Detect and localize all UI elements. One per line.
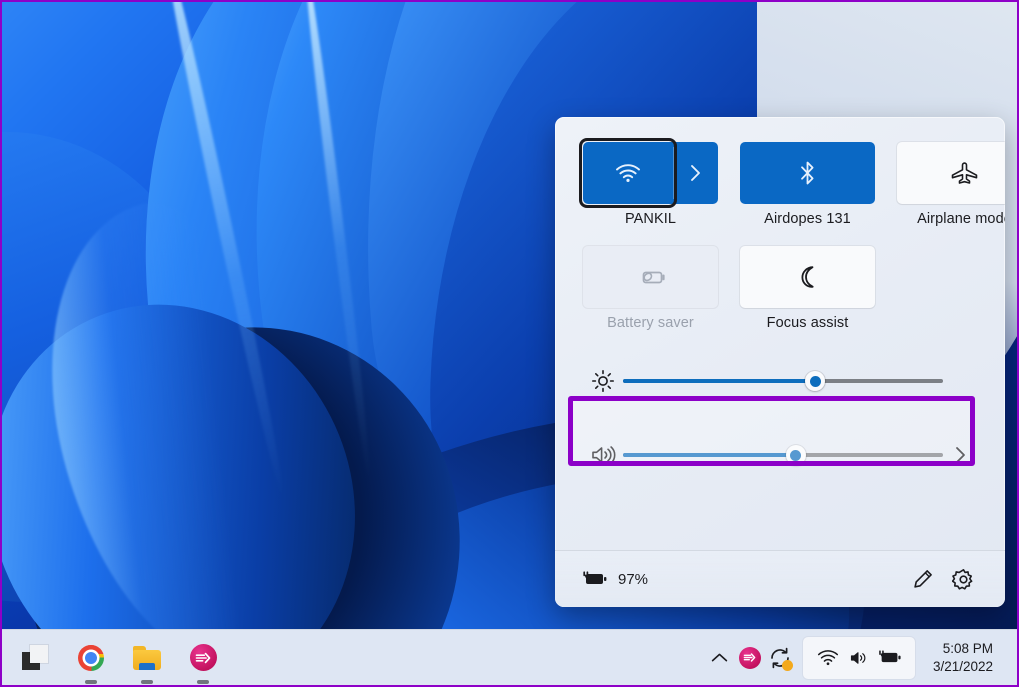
airplane-mode-toggle-button[interactable]	[897, 142, 1005, 204]
quick-tile-focus-assist: Focus assist	[740, 246, 875, 331]
volume-icon	[848, 649, 870, 667]
widgets-icon	[22, 645, 48, 671]
tray-battery-icon-wrap	[877, 645, 903, 671]
focus-assist-tile-label: Focus assist	[767, 315, 849, 331]
taskbar: 5:08 PM 3/21/2022	[2, 629, 1017, 685]
quick-tile-row-2: Battery saver Focus assist	[583, 246, 977, 331]
chevron-right-icon	[689, 163, 702, 183]
volume-thumb[interactable]	[786, 445, 806, 465]
battery-charging-icon	[581, 570, 609, 588]
brightness-track-fill	[623, 379, 815, 383]
quick-tile-airplane: Airplane mode	[897, 142, 1005, 227]
wifi-expand-button[interactable]	[673, 142, 718, 204]
wifi-tile-label: PANKIL	[625, 211, 676, 227]
bluetooth-toggle-button[interactable]	[740, 142, 875, 204]
pencil-icon	[912, 568, 934, 590]
airplane-icon	[951, 161, 979, 185]
focus-assist-toggle-button[interactable]	[740, 246, 875, 308]
volume-icon-wrap	[583, 443, 623, 467]
bluetooth-tile-label: Airdopes 131	[764, 211, 851, 227]
gear-icon	[952, 568, 975, 591]
brightness-track-wrap[interactable]	[623, 359, 943, 403]
desktop-screen: PANKIL Airdopes 131	[0, 0, 1019, 687]
battery-charging-icon	[877, 649, 903, 666]
tray-item-pink-app[interactable]	[735, 641, 765, 675]
moon-icon	[796, 264, 820, 290]
wifi-icon	[615, 163, 641, 183]
taskbar-item-pink-app[interactable]	[188, 643, 218, 673]
open-settings-button[interactable]	[943, 562, 983, 596]
airplane-tile-label: Airplane mode	[917, 211, 1005, 227]
quick-tile-bluetooth: Airdopes 131	[740, 142, 875, 227]
quick-tile-row-1: PANKIL Airdopes 131	[583, 142, 977, 227]
pink-app-tray-icon	[739, 647, 761, 669]
update-pending-icon	[768, 646, 792, 670]
tray-overflow-button[interactable]	[705, 641, 735, 675]
tray-wifi-icon-wrap	[815, 645, 841, 671]
volume-track-wrap[interactable]	[623, 433, 943, 477]
chevron-right-icon	[954, 445, 967, 465]
battery-percent-label: 97%	[618, 571, 648, 588]
brightness-track[interactable]	[623, 379, 943, 383]
running-indicator	[197, 680, 209, 684]
tray-item-update[interactable]	[765, 641, 795, 675]
taskbar-item-file-explorer[interactable]	[132, 643, 162, 673]
quick-tile-wifi: PANKIL	[583, 142, 718, 227]
bluetooth-icon	[798, 160, 817, 186]
volume-slider-row[interactable]	[583, 433, 977, 477]
battery-leaf-icon	[636, 267, 666, 287]
pink-app-icon	[190, 644, 217, 671]
chrome-icon	[78, 645, 104, 671]
brightness-slider-row[interactable]	[583, 359, 977, 403]
wifi-toggle-button[interactable]	[583, 142, 673, 204]
battery-status[interactable]: 97%	[581, 570, 648, 588]
slider-zone	[583, 359, 977, 477]
taskbar-clock[interactable]: 5:08 PM 3/21/2022	[919, 640, 1005, 675]
volume-track[interactable]	[623, 453, 943, 457]
wifi-tile-separator	[673, 147, 674, 199]
pink-app-glyph-icon	[195, 651, 211, 665]
taskbar-app-list	[2, 643, 218, 673]
update-badge-dot	[782, 660, 793, 671]
chevron-up-icon	[711, 652, 728, 664]
battery-saver-tile-label: Battery saver	[607, 315, 694, 331]
clock-date: 3/21/2022	[933, 658, 993, 675]
quick-settings-body: PANKIL Airdopes 131	[555, 117, 1005, 477]
brightness-thumb[interactable]	[805, 371, 825, 391]
volume-expand-button[interactable]	[943, 445, 977, 465]
folder-icon-strip	[139, 663, 155, 670]
quick-settings-tray-button[interactable]	[803, 637, 915, 679]
quick-tile-empty	[897, 246, 977, 331]
edit-quick-settings-button[interactable]	[903, 562, 943, 596]
wifi-icon	[817, 649, 839, 666]
brightness-sun-icon	[591, 369, 615, 393]
folder-icon	[133, 646, 161, 670]
wifi-tile[interactable]	[583, 142, 718, 204]
tray-volume-icon-wrap	[846, 645, 872, 671]
quick-settings-footer: 97%	[555, 550, 1005, 607]
pink-app-glyph-icon	[743, 652, 756, 663]
system-tray: 5:08 PM 3/21/2022	[705, 637, 1017, 679]
running-indicator	[85, 680, 97, 684]
brightness-icon-wrap	[583, 369, 623, 393]
battery-saver-toggle-button[interactable]	[583, 246, 718, 308]
widgets-icon-light-square	[30, 645, 48, 663]
volume-icon	[590, 443, 616, 467]
running-indicator	[141, 680, 153, 684]
taskbar-item-chrome[interactable]	[76, 643, 106, 673]
quick-settings-panel: PANKIL Airdopes 131	[555, 117, 1005, 607]
volume-track-fill	[623, 453, 796, 457]
taskbar-item-widgets[interactable]	[20, 643, 50, 673]
clock-time: 5:08 PM	[933, 640, 993, 657]
quick-tile-battery-saver: Battery saver	[583, 246, 718, 331]
